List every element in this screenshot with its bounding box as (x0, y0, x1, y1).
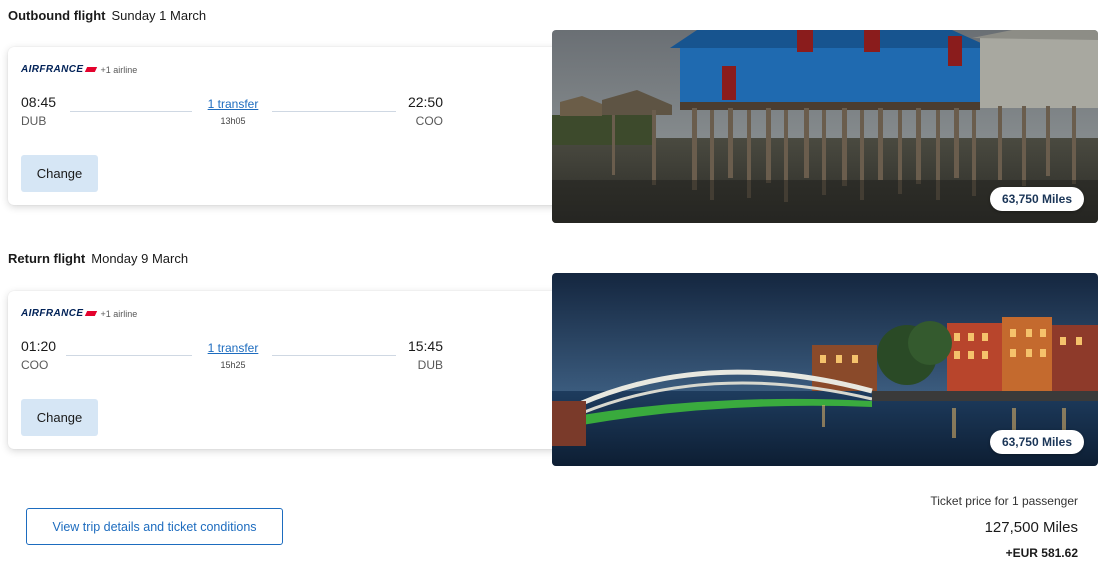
transfer-link[interactable]: 1 transfer (198, 341, 268, 355)
eur-surcharge: +EUR 581.62 (1005, 546, 1078, 560)
departure-airport: DUB (21, 114, 47, 128)
arrival-time: 22:50 (407, 94, 443, 110)
flight-duration: 13h05 (220, 116, 246, 126)
departure-time: 01:20 (21, 338, 57, 354)
airfrance-logo-stripe-icon (84, 67, 97, 72)
additional-airline-label: +1 airline (100, 308, 138, 319)
airline-info: AIRFRANCE +1 airline (21, 308, 137, 319)
arrival-airport: DUB (417, 358, 443, 372)
route-line-left (70, 111, 192, 112)
departure-airport: COO (21, 358, 49, 372)
return-title: Return flight (8, 251, 86, 266)
view-trip-details-button[interactable]: View trip details and ticket conditions (26, 508, 283, 545)
departure-time: 08:45 (21, 94, 57, 110)
route-line-right (272, 355, 396, 356)
outbound-miles-badge: 63,750 Miles (989, 187, 1084, 211)
airline-info: AIRFRANCE +1 airline (21, 64, 137, 75)
airfrance-logo-stripe-icon (84, 311, 97, 316)
route-line-left (66, 355, 192, 356)
arrival-airport: COO (415, 114, 443, 128)
airfrance-logo: AIRFRANCE (21, 308, 84, 319)
return-miles-badge: 63,750 Miles (989, 430, 1084, 454)
change-return-button[interactable]: Change (21, 399, 98, 436)
destination-photo-stilt-houses: 63,750 Miles (552, 30, 1098, 223)
arrival-time: 15:45 (407, 338, 443, 354)
total-miles: 127,500 Miles (984, 519, 1078, 536)
outbound-title: Outbound flight (8, 8, 106, 23)
change-outbound-button[interactable]: Change (21, 155, 98, 192)
outbound-flight-card: AIRFRANCE +1 airline 08:45 DUB 1 transfe… (8, 47, 564, 205)
airfrance-logo: AIRFRANCE (21, 64, 84, 75)
outbound-heading: Outbound flight Sunday 1 March (8, 8, 206, 23)
flight-duration: 15h25 (220, 360, 246, 370)
ticket-price-label: Ticket price for 1 passenger (930, 494, 1078, 508)
return-flight-card: AIRFRANCE +1 airline 01:20 COO 1 transfe… (8, 291, 564, 449)
outbound-date: Sunday 1 March (111, 8, 207, 23)
destination-photo-dublin-bridge: 63,750 Miles (552, 273, 1098, 466)
route-line-right (272, 111, 396, 112)
transfer-link[interactable]: 1 transfer (198, 97, 268, 111)
additional-airline-label: +1 airline (100, 64, 138, 75)
return-date: Monday 9 March (91, 251, 189, 266)
return-heading: Return flight Monday 9 March (8, 251, 188, 266)
